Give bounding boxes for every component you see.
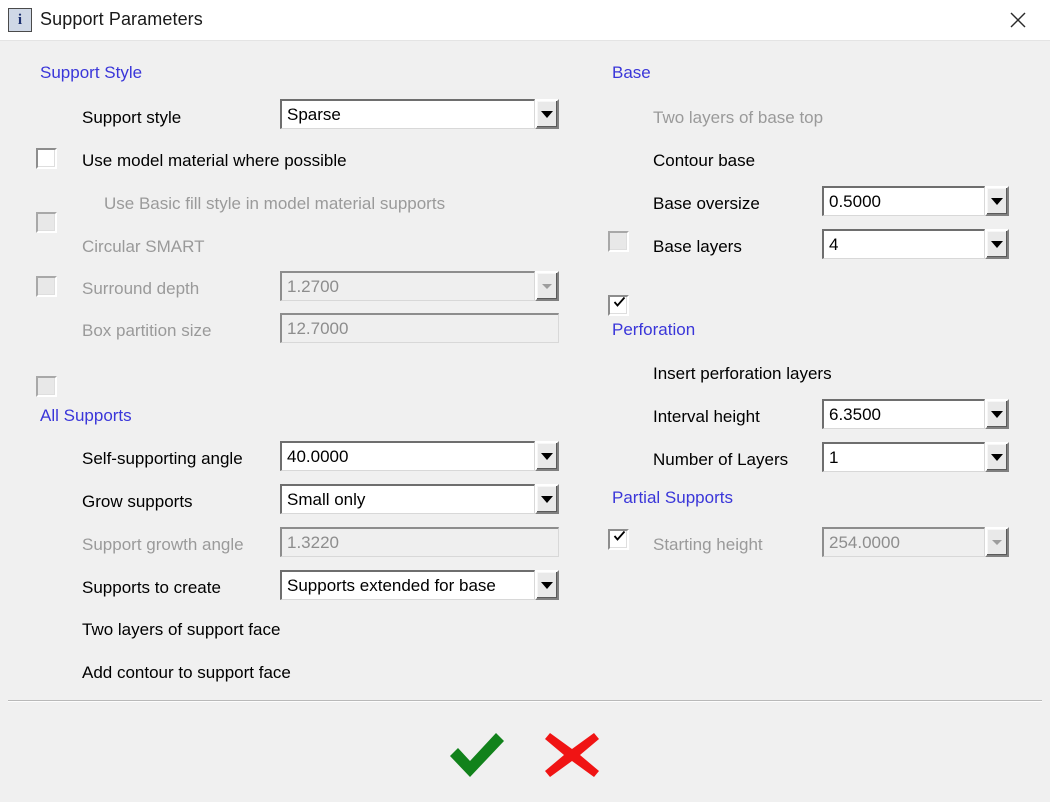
chevron-down-icon bbox=[992, 540, 1002, 545]
cancel-button[interactable] bbox=[540, 728, 604, 782]
cross-icon bbox=[541, 729, 603, 781]
interval-height-input[interactable]: 6.3500 bbox=[822, 399, 985, 429]
label-base-oversize: Base oversize bbox=[653, 194, 760, 214]
checkbox-circular-smart bbox=[36, 276, 57, 297]
grow-supports-combo-input[interactable]: Small only bbox=[280, 484, 535, 514]
check-icon bbox=[613, 296, 626, 309]
label-support-style: Support style bbox=[82, 108, 181, 128]
checkbox-use-basic-fill-style bbox=[36, 212, 57, 233]
check-icon bbox=[446, 729, 508, 781]
support-style-combo-input[interactable]: Sparse bbox=[280, 99, 535, 129]
checkbox-box-partition-size bbox=[36, 376, 57, 397]
base-oversize-dropdown-button[interactable] bbox=[985, 186, 1009, 216]
label-surround-depth: Surround depth bbox=[82, 279, 199, 299]
supports-to-create-combo-input[interactable]: Supports extended for base bbox=[280, 570, 535, 600]
check-icon bbox=[613, 530, 626, 543]
label-support-growth-angle: Support growth angle bbox=[82, 535, 244, 555]
support-growth-angle-input: 1.3220 bbox=[280, 527, 559, 557]
support-style-dropdown-button[interactable] bbox=[535, 99, 559, 129]
group-heading-perforation: Perforation bbox=[612, 320, 695, 340]
group-heading-all-supports: All Supports bbox=[40, 406, 132, 426]
chevron-down-icon bbox=[541, 111, 553, 118]
label-base-layers: Base layers bbox=[653, 237, 742, 257]
checkbox-contour-base[interactable] bbox=[608, 295, 629, 316]
dialog-body: Support Style Support style Sparse Use m… bbox=[0, 41, 1050, 701]
chevron-down-icon bbox=[541, 582, 553, 589]
number-of-layers-input[interactable]: 1 bbox=[822, 442, 985, 472]
close-icon bbox=[1009, 11, 1027, 29]
group-heading-support-style: Support Style bbox=[40, 63, 142, 83]
chevron-down-icon bbox=[541, 453, 553, 460]
label-contour-base: Contour base bbox=[653, 151, 755, 171]
checkbox-two-layers-of-base-top bbox=[608, 231, 629, 252]
label-number-of-layers: Number of Layers bbox=[653, 450, 788, 470]
label-two-layers-of-support-face: Two layers of support face bbox=[82, 620, 280, 640]
self-supporting-angle-dropdown-button[interactable] bbox=[535, 441, 559, 471]
label-self-supporting-angle: Self-supporting angle bbox=[82, 449, 243, 469]
close-button[interactable] bbox=[996, 4, 1040, 36]
label-box-partition-size: Box partition size bbox=[82, 321, 211, 341]
dialog-footer bbox=[0, 702, 1050, 802]
label-use-basic-fill-style: Use Basic fill style in model material s… bbox=[104, 194, 445, 214]
surround-depth-input: 1.2700 bbox=[280, 271, 535, 301]
checkbox-insert-perforation-layers[interactable] bbox=[608, 529, 629, 550]
title-bar: i Support Parameters bbox=[0, 0, 1050, 41]
self-supporting-angle-input[interactable]: 40.0000 bbox=[280, 441, 535, 471]
ok-button[interactable] bbox=[445, 728, 509, 782]
label-starting-height: Starting height bbox=[653, 535, 763, 555]
label-circular-smart: Circular SMART bbox=[82, 237, 204, 257]
base-oversize-input[interactable]: 0.5000 bbox=[822, 186, 985, 216]
window-title: Support Parameters bbox=[40, 9, 203, 30]
supports-to-create-dropdown-button[interactable] bbox=[535, 570, 559, 600]
chevron-down-icon bbox=[991, 454, 1003, 461]
base-layers-input[interactable]: 4 bbox=[822, 229, 985, 259]
label-add-contour-to-support-face: Add contour to support face bbox=[82, 663, 291, 683]
label-interval-height: Interval height bbox=[653, 407, 760, 427]
base-layers-dropdown-button[interactable] bbox=[985, 229, 1009, 259]
chevron-down-icon bbox=[541, 496, 553, 503]
group-heading-partial-supports: Partial Supports bbox=[612, 488, 733, 508]
label-supports-to-create: Supports to create bbox=[82, 578, 221, 598]
label-two-layers-of-base-top: Two layers of base top bbox=[653, 108, 823, 128]
checkbox-use-model-material[interactable] bbox=[36, 148, 57, 169]
chevron-down-icon bbox=[991, 411, 1003, 418]
chevron-down-icon bbox=[991, 198, 1003, 205]
chevron-down-icon bbox=[542, 284, 552, 289]
label-insert-perforation-layers: Insert perforation layers bbox=[653, 364, 832, 384]
starting-height-input: 254.0000 bbox=[822, 527, 985, 557]
info-icon: i bbox=[8, 8, 32, 32]
box-partition-size-input: 12.7000 bbox=[280, 313, 559, 343]
chevron-down-icon bbox=[991, 241, 1003, 248]
info-icon-glyph: i bbox=[18, 13, 22, 28]
starting-height-dropdown-button bbox=[985, 527, 1009, 557]
interval-height-dropdown-button[interactable] bbox=[985, 399, 1009, 429]
number-of-layers-dropdown-button[interactable] bbox=[985, 442, 1009, 472]
label-use-model-material: Use model material where possible bbox=[82, 151, 347, 171]
grow-supports-dropdown-button[interactable] bbox=[535, 484, 559, 514]
surround-depth-dropdown-button bbox=[535, 271, 559, 301]
label-grow-supports: Grow supports bbox=[82, 492, 193, 512]
group-heading-base: Base bbox=[612, 63, 651, 83]
